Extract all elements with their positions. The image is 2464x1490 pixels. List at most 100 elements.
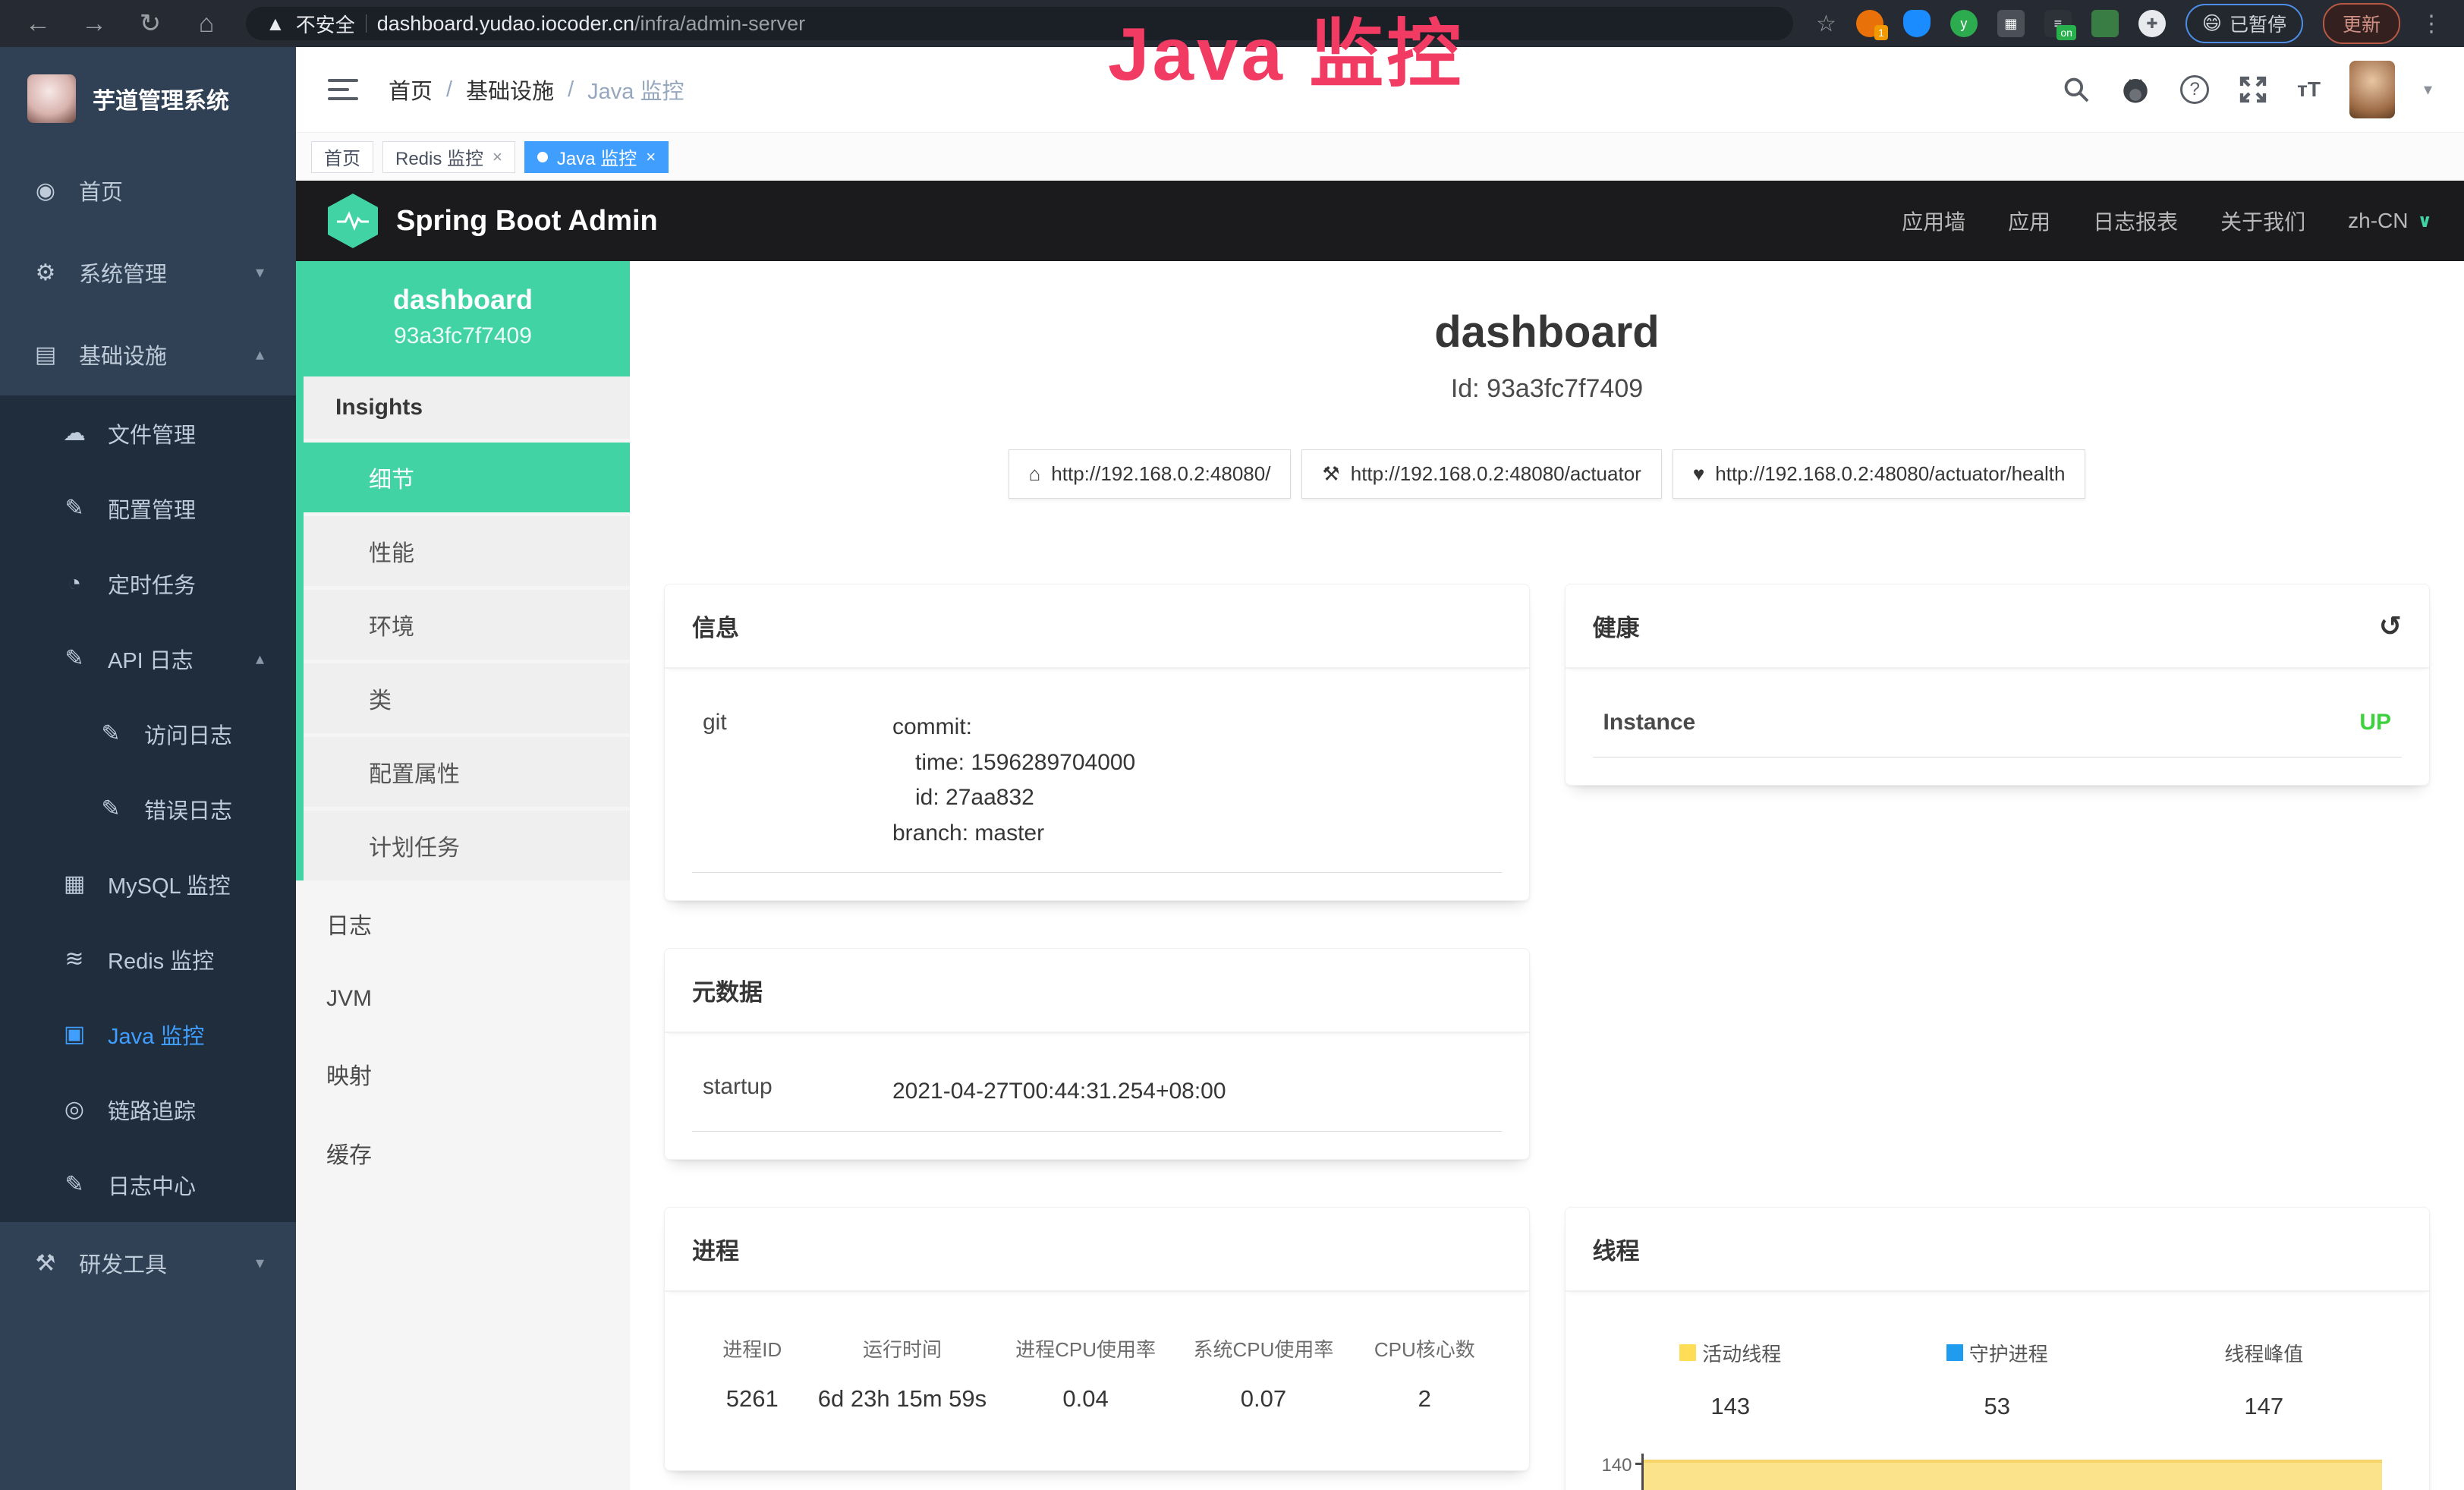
browser-reload-icon[interactable]: ↻ [134,8,167,39]
yudao-sidebar: 芋道管理系统 首页 系统管理 ▾ 基础设施 ▴ 文件管理 配置管理 [0,47,296,1490]
health-card: 健康 ↺ Instance UP [1565,584,2431,786]
chevron-up-icon: ▴ [256,649,264,669]
sidebar-item-api-logs[interactable]: API 日志 ▴ [0,621,296,696]
paused-emoji-icon: 😄 [2202,12,2222,35]
service-url-button[interactable]: ⌂ http://192.168.0.2:48080/ [1009,449,1292,499]
sba-item-logs[interactable]: 日志 [296,884,630,963]
paused-label: 已暂停 [2230,10,2286,37]
extension-icon-3[interactable]: ≡on [2044,10,2072,37]
health-url-button[interactable]: ♥ http://192.168.0.2:48080/actuator/heal… [1673,449,2086,499]
sidebar-collapse-icon[interactable] [328,79,358,100]
bookmark-star-icon[interactable]: ☆ [1816,11,1836,37]
search-icon[interactable] [2062,75,2091,104]
sba-item-jvm[interactable]: JVM [296,963,630,1035]
user-menu-caret-icon[interactable]: ▾ [2424,80,2432,99]
app-logo-image [27,74,76,123]
app-logo[interactable]: 芋道管理系统 [0,47,296,150]
sba-item-environment[interactable]: 环境 [304,590,630,660]
breadcrumb-home[interactable]: 首页 [389,74,433,106]
sidebar-item-log-center[interactable]: 日志中心 [0,1147,296,1222]
user-avatar[interactable] [2349,61,2395,118]
address-bar[interactable]: ▲ 不安全 dashboard.yudao.iocoder.cn/infra/a… [246,7,1793,40]
close-icon[interactable]: × [646,147,656,167]
extension-pin-icon[interactable] [1903,10,1931,37]
sba-nav-applications[interactable]: 应用 [2008,206,2050,236]
sidebar-item-file-mgmt[interactable]: 文件管理 [0,395,296,471]
github-icon[interactable] [2119,74,2151,106]
sba-item-metrics[interactable]: 性能 [304,516,630,586]
browser-back-icon[interactable]: ← [21,9,55,39]
fullscreen-icon[interactable] [2238,74,2268,105]
update-button[interactable]: 更新 [2323,3,2400,44]
extension-icon-4[interactable] [2091,10,2119,37]
startup-value: 2021-04-27T00:44:31.254+08:00 [892,1074,1491,1110]
edit-square-icon [97,720,124,747]
actuator-url-button[interactable]: ⚒ http://192.168.0.2:48080/actuator [1301,449,1661,499]
cloud-upload-icon [61,420,88,446]
instance-name: dashboard [304,284,622,316]
sidebar-item-java-monitor[interactable]: Java 监控 [0,997,296,1072]
sidebar-item-mysql-monitor[interactable]: MySQL 监控 [0,846,296,921]
sba-language-select[interactable]: zh-CN ∨ [2348,209,2432,233]
tag-redis-monitor[interactable]: Redis 监控 × [382,141,515,173]
chevron-down-icon: ∨ [2418,210,2433,232]
database-icon [61,871,88,897]
sidebar-item-dev-tools[interactable]: 研发工具 ▾ [0,1222,296,1304]
sba-item-classes[interactable]: 类 [304,663,630,733]
process-table: 进程ID 运行时间 进程CPU使用率 系统CPU使用率 CPU核心数 5261 … [692,1312,1502,1443]
threads-card-title: 线程 [1566,1208,2430,1292]
sba-nav-about[interactable]: 关于我们 [2220,206,2305,236]
instance-header[interactable]: dashboard 93a3fc7f7409 [296,261,630,376]
paused-badge[interactable]: 😄 已暂停 [2186,4,2303,43]
font-size-icon[interactable]: ᴛT [2297,77,2321,102]
instance-links: ⌂ http://192.168.0.2:48080/ ⚒ http://192… [664,449,2430,499]
help-icon[interactable]: ? [2180,75,2209,104]
sidebar-item-config-mgmt[interactable]: 配置管理 [0,471,296,546]
sba-item-config-props[interactable]: 配置属性 [304,737,630,807]
browser-forward-icon[interactable]: → [77,9,111,39]
tag-java-monitor[interactable]: Java 监控 × [524,141,669,173]
spring-boot-admin-logo[interactable] [328,194,378,248]
sidebar-item-home[interactable]: 首页 [0,150,296,232]
insights-section-title: Insights [304,376,630,439]
gear-icon [32,260,59,286]
sidebar-item-error-logs[interactable]: 错误日志 [0,771,296,846]
breadcrumb-infrastructure[interactable]: 基础设施 [466,74,554,106]
extensions-puzzle-icon[interactable]: ✚ [2138,10,2166,37]
sidebar-item-scheduled-jobs[interactable]: 定时任务 [0,546,296,621]
browser-menu-icon[interactable]: ⋮ [2420,11,2443,37]
process-cpu: 0.04 [996,1385,1174,1413]
sidebar-item-access-logs[interactable]: 访问日志 [0,696,296,771]
page-title: dashboard [664,307,2430,358]
threads-chart: 140 120 100 [1593,1454,2403,1490]
sba-brand-title[interactable]: Spring Boot Admin [396,205,658,238]
extension-icon-1[interactable]: 1 [1856,10,1883,37]
sidebar-item-tracing[interactable]: 链路追踪 [0,1072,296,1147]
close-icon[interactable]: × [492,147,502,167]
legend-daemon-swatch [1946,1344,1963,1361]
screen-icon [61,1021,88,1047]
sba-nav-wallboard[interactable]: 应用墙 [1902,206,1965,236]
url-host: dashboard.yudao.iocoder.cn [377,12,634,35]
sidebar-item-redis-monitor[interactable]: Redis 监控 [0,921,296,997]
extension-grid-icon[interactable]: ▦ [1997,10,2025,37]
sba-item-caches[interactable]: 缓存 [296,1114,630,1192]
sba-item-mappings[interactable]: 映射 [296,1035,630,1114]
sba-item-details[interactable]: 细节 [304,443,630,512]
instance-health-row[interactable]: Instance UP [1593,688,2403,758]
wrench-icon: ⚒ [1322,462,1339,486]
sidebar-item-system-mgmt[interactable]: 系统管理 ▾ [0,232,296,313]
sba-nav-journal[interactable]: 日志报表 [2093,206,2178,236]
history-icon[interactable]: ↺ [2379,610,2402,642]
extension-icon-2[interactable]: y [1950,10,1978,37]
active-tag-dot [537,152,548,162]
browser-home-icon[interactable]: ⌂ [190,9,223,39]
sba-item-scheduled-tasks[interactable]: 计划任务 [304,811,630,880]
security-label[interactable]: 不安全 [296,10,355,38]
tags-bar: 首页 Redis 监控 × Java 监控 × [296,132,2464,181]
chevron-down-icon: ▾ [256,1253,264,1273]
tag-home[interactable]: 首页 [311,141,373,173]
y-tick-140: 140 [1593,1455,1632,1476]
sidebar-item-infrastructure[interactable]: 基础设施 ▴ [0,313,296,395]
security-warning-icon[interactable]: ▲ [266,12,285,36]
